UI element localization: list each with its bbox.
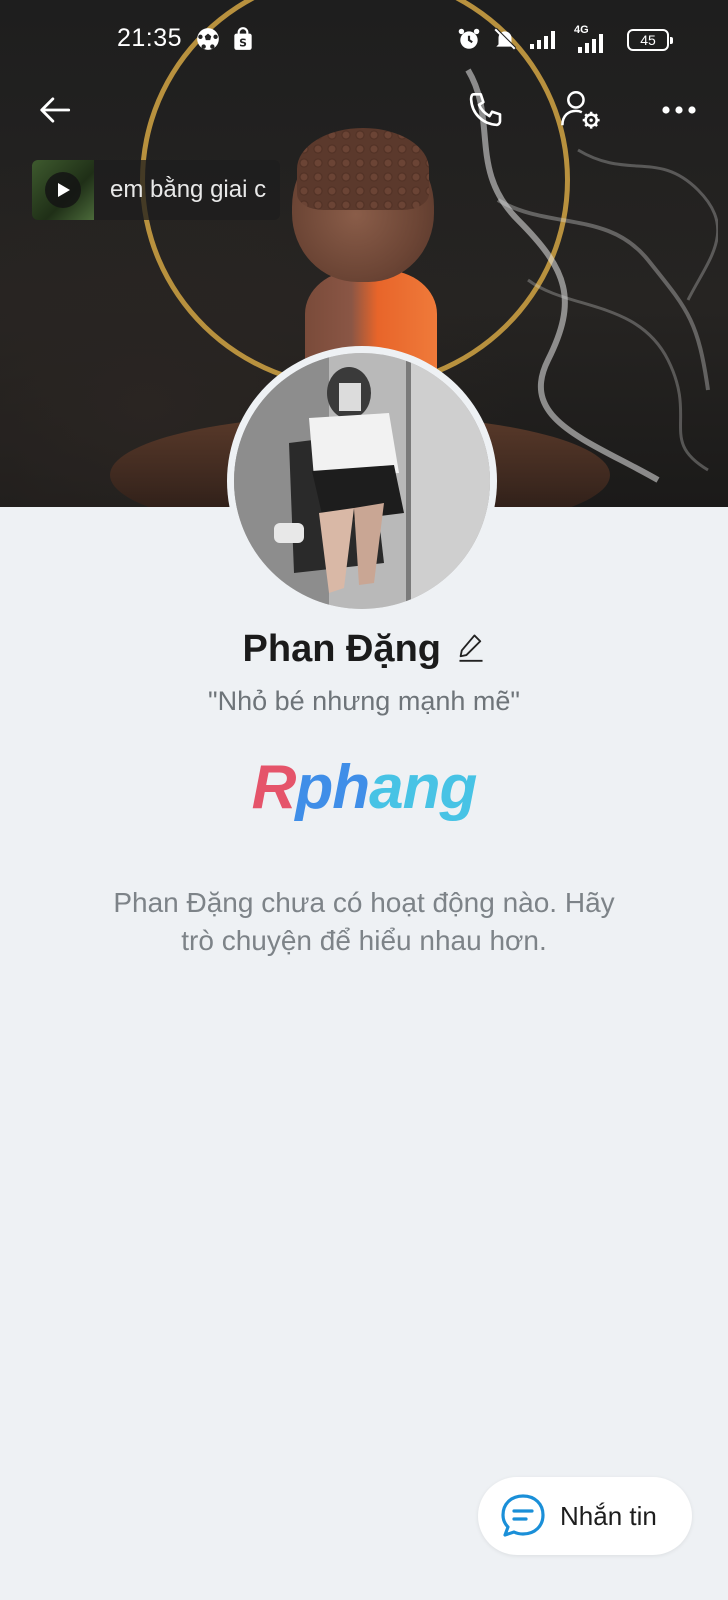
music-thumbnail <box>32 160 94 220</box>
send-message-label: Nhắn tin <box>560 1500 657 1531</box>
profile-bio: "Nhỏ bé nhưng mạnh mẽ" <box>208 686 520 716</box>
empty-activity-message: Phan Đặng chưa có hoạt động nào. Hãy trò… <box>80 884 648 960</box>
empty-message-line-2: trò chuyện để hiểu nhau hơn. <box>181 925 547 956</box>
phone-icon <box>469 92 502 127</box>
more-options-button[interactable] <box>655 86 703 134</box>
edit-name-button[interactable] <box>457 632 485 667</box>
soccer-ball-icon <box>197 28 219 50</box>
avatar[interactable] <box>227 346 497 616</box>
play-button[interactable] <box>45 172 81 208</box>
signal-4g-icon <box>578 34 603 53</box>
pencil-icon <box>459 634 483 662</box>
cover-statue-hair <box>297 128 429 210</box>
profile-music-player[interactable]: em bằng giai c <box>32 160 280 220</box>
svg-text:S: S <box>239 37 247 50</box>
arrow-left-icon <box>40 97 71 123</box>
status-bar: 21:35 S 4G 45 <box>0 0 728 80</box>
back-button[interactable] <box>32 86 80 134</box>
signal-icon <box>530 31 555 49</box>
play-icon <box>58 183 70 197</box>
profile-name: Phan Đặng <box>242 628 441 670</box>
bell-muted-icon <box>494 27 517 50</box>
battery-indicator: 45 <box>627 29 673 51</box>
avatar-image <box>234 353 490 609</box>
status-time: 21:35 <box>117 24 183 52</box>
avatar-photo <box>234 353 490 609</box>
user-settings-icon <box>561 90 600 129</box>
shopping-bag-icon: S <box>234 27 252 50</box>
chat-bubble-icon <box>501 1494 545 1537</box>
music-title: em bằng giai c <box>110 176 267 203</box>
profile-name-row: Phan Đặng <box>0 628 728 671</box>
alarm-icon <box>458 28 480 49</box>
profile-settings-button[interactable] <box>557 86 605 134</box>
empty-message-line-1: Phan Đặng chưa có hoạt động nào. Hãy <box>113 887 615 918</box>
send-message-button[interactable]: Nhắn tin <box>478 1477 692 1555</box>
more-horizontal-icon <box>662 106 696 114</box>
watermark-logo: Rphang <box>251 753 478 822</box>
call-button[interactable] <box>462 86 510 134</box>
